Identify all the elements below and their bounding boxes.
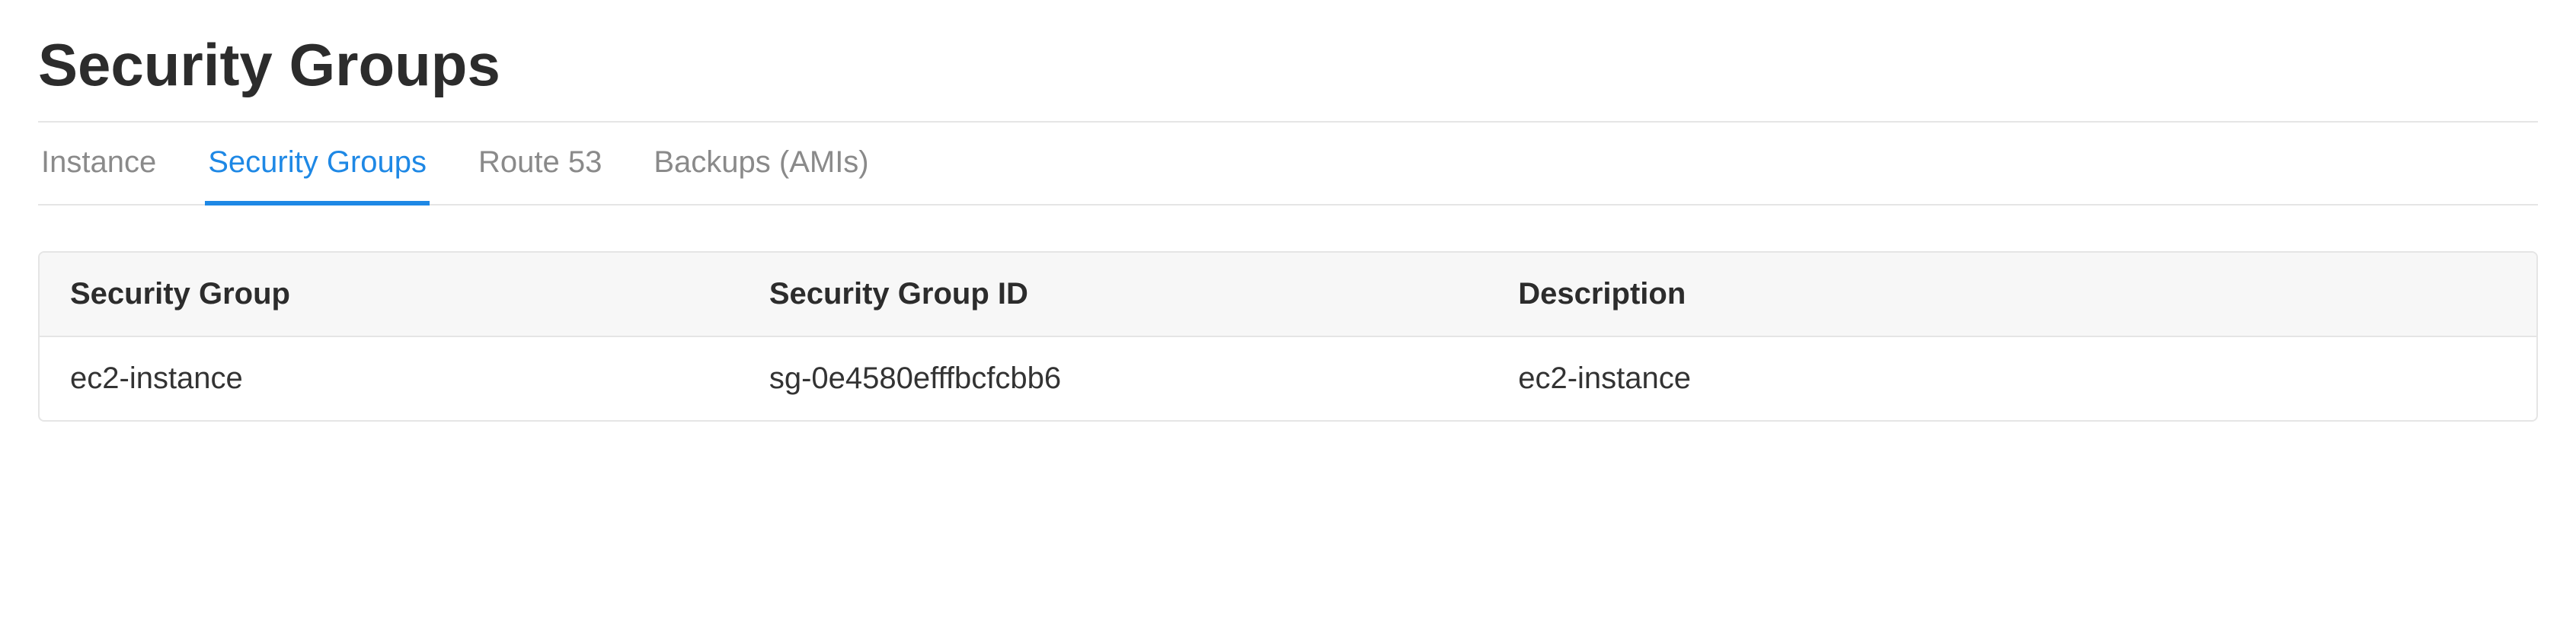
table-header-row: Security Group Security Group ID Descrip… bbox=[40, 253, 2536, 336]
security-groups-table-wrap: Security Group Security Group ID Descrip… bbox=[38, 251, 2538, 422]
col-header-security-group: Security Group bbox=[40, 253, 739, 336]
col-header-security-group-id: Security Group ID bbox=[739, 253, 1488, 336]
security-groups-table: Security Group Security Group ID Descrip… bbox=[40, 253, 2536, 420]
tab-bar: Instance Security Groups Route 53 Backup… bbox=[38, 123, 2538, 205]
tab-backups-amis[interactable]: Backups (AMIs) bbox=[650, 123, 871, 205]
cell-security-group-name: ec2-instance bbox=[40, 336, 739, 420]
table-row: ec2-instance sg-0e4580efffbcfcbb6 ec2-in… bbox=[40, 336, 2536, 420]
page-title: Security Groups bbox=[38, 30, 2538, 100]
col-header-description: Description bbox=[1488, 253, 2536, 336]
cell-security-group-id: sg-0e4580efffbcfcbb6 bbox=[739, 336, 1488, 420]
tab-instance[interactable]: Instance bbox=[38, 123, 159, 205]
tab-route-53[interactable]: Route 53 bbox=[475, 123, 605, 205]
tab-security-groups[interactable]: Security Groups bbox=[205, 123, 430, 205]
cell-description: ec2-instance bbox=[1488, 336, 2536, 420]
